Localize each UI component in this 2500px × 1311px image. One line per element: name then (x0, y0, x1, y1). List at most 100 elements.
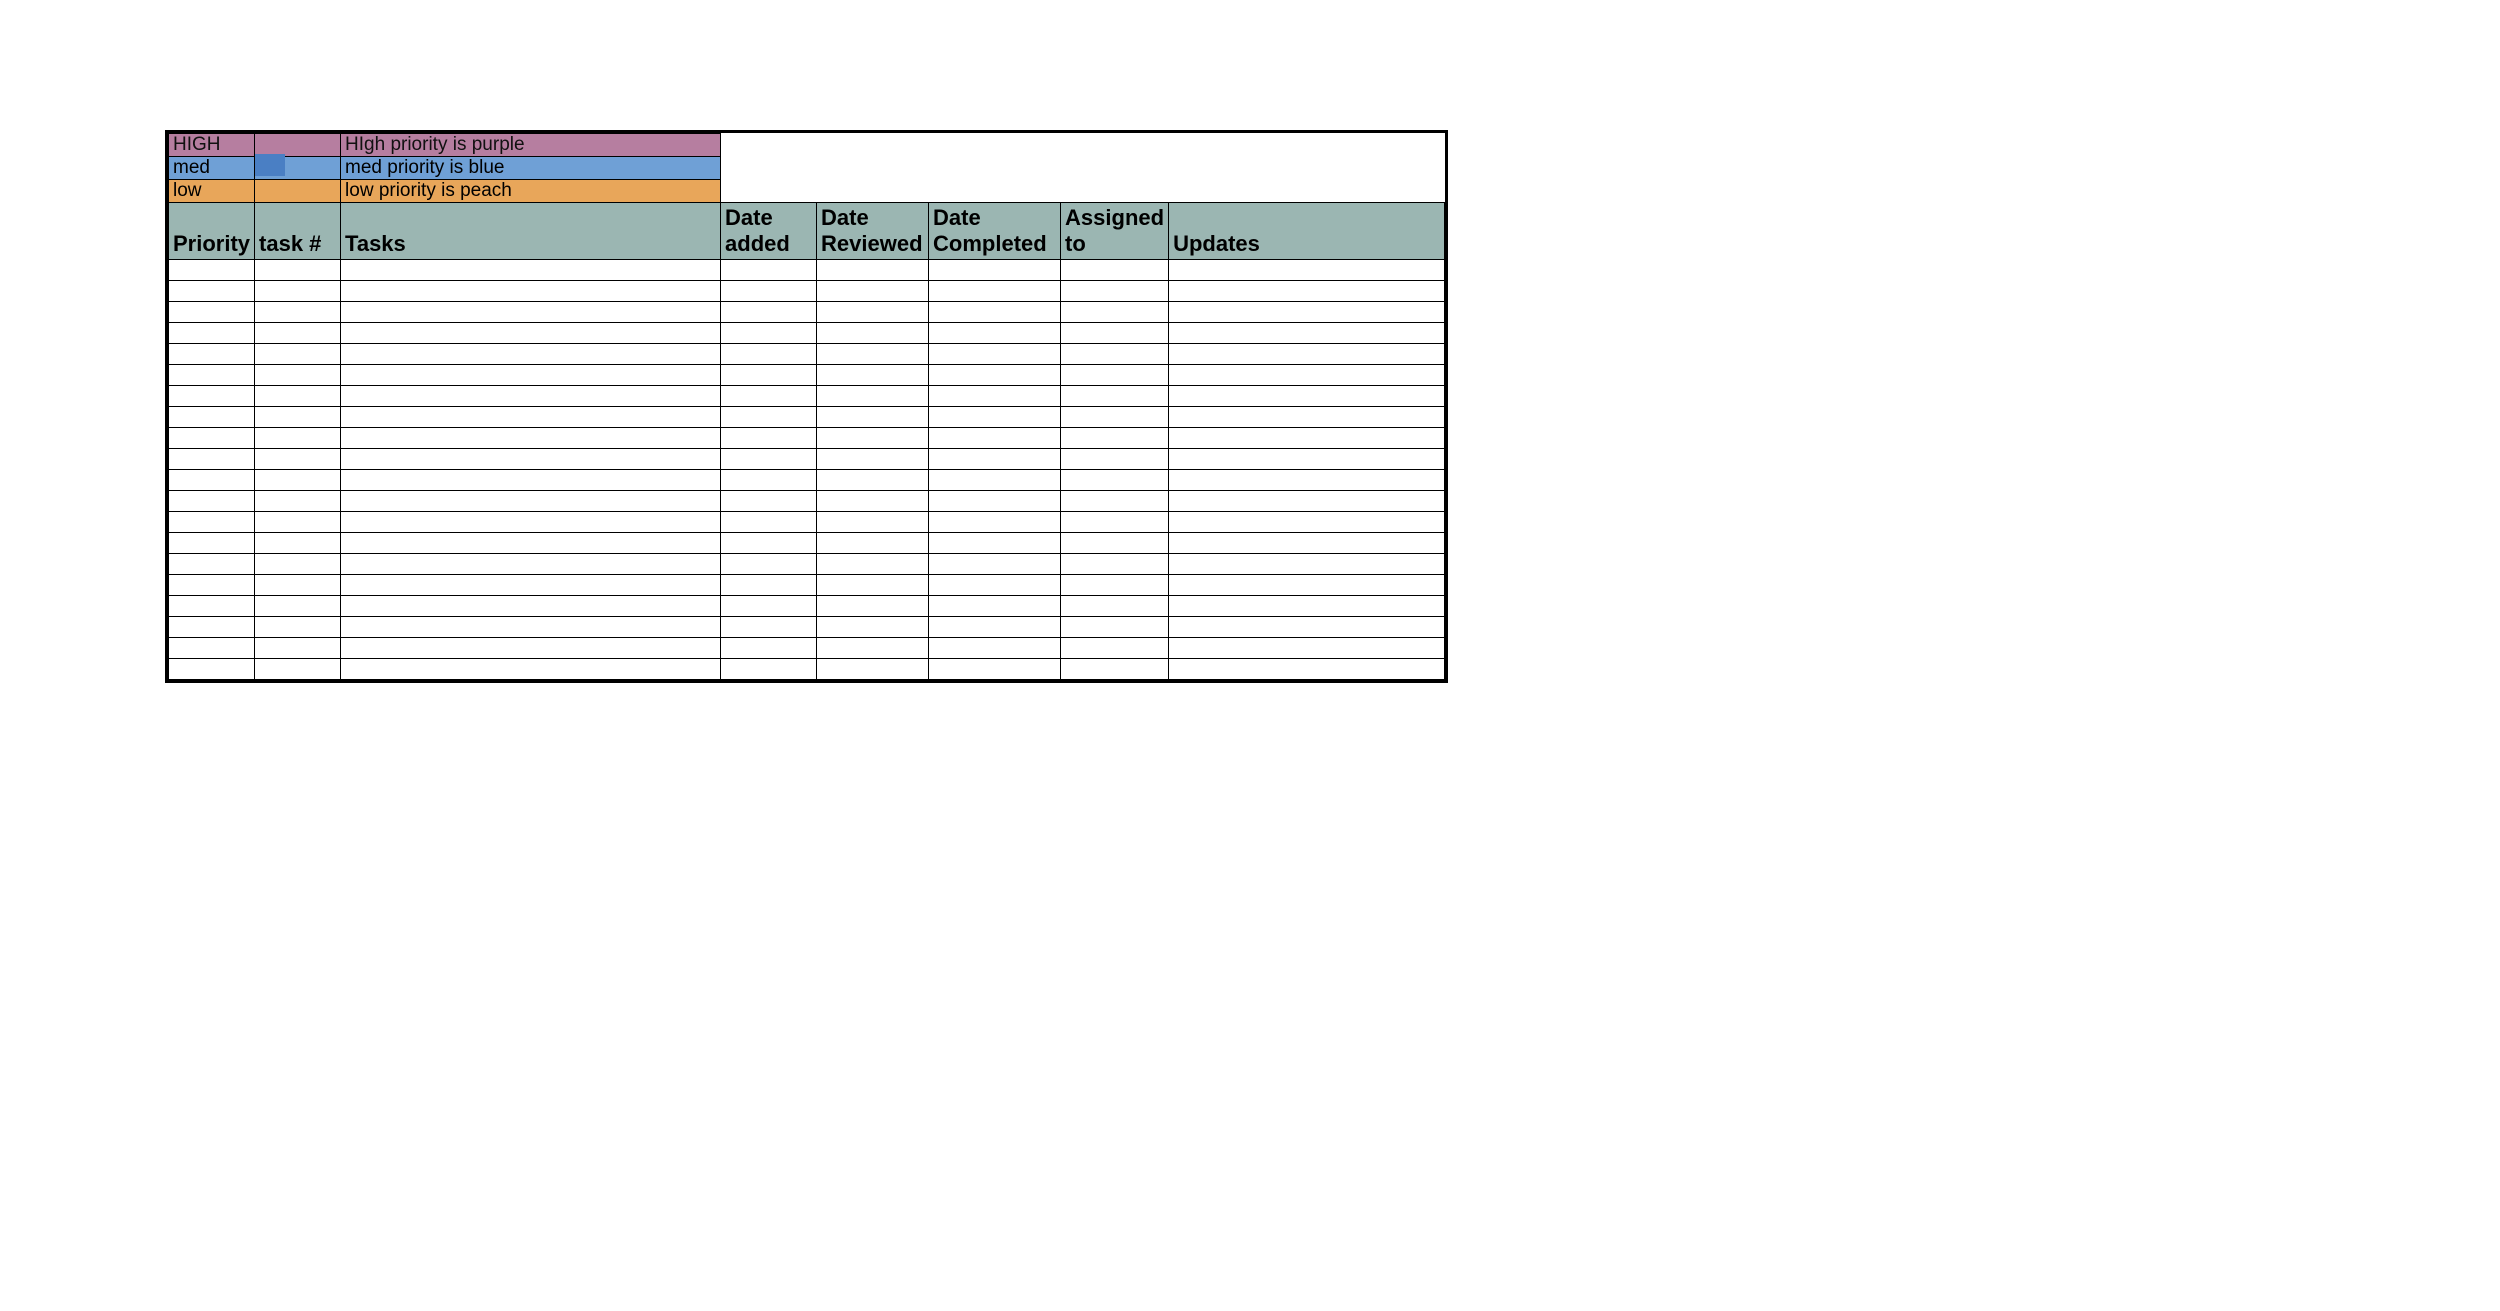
cell-date_completed[interactable] (929, 344, 1061, 365)
cell-priority[interactable] (169, 596, 255, 617)
cell-assigned_to[interactable] (1061, 491, 1169, 512)
cell-date_reviewed[interactable] (817, 617, 929, 638)
cell-priority[interactable] (169, 533, 255, 554)
cell-priority[interactable] (169, 407, 255, 428)
cell-assigned_to[interactable] (1061, 470, 1169, 491)
cell-task_num[interactable] (255, 323, 341, 344)
cell-assigned_to[interactable] (1061, 512, 1169, 533)
cell-tasks[interactable] (341, 659, 721, 680)
cell-updates[interactable] (1169, 470, 1445, 491)
cell-tasks[interactable] (341, 281, 721, 302)
cell-updates[interactable] (1169, 491, 1445, 512)
cell-task_num[interactable] (255, 428, 341, 449)
cell-assigned_to[interactable] (1061, 554, 1169, 575)
cell-date_completed[interactable] (929, 449, 1061, 470)
cell-task_num[interactable] (255, 386, 341, 407)
cell-assigned_to[interactable] (1061, 281, 1169, 302)
cell-date_added[interactable] (721, 533, 817, 554)
cell-tasks[interactable] (341, 365, 721, 386)
cell-assigned_to[interactable] (1061, 575, 1169, 596)
header-date-reviewed[interactable]: Date Reviewed (817, 203, 929, 260)
cell-date_added[interactable] (721, 281, 817, 302)
cell-date_completed[interactable] (929, 281, 1061, 302)
cell-date_added[interactable] (721, 617, 817, 638)
cell-assigned_to[interactable] (1061, 344, 1169, 365)
cell-date_reviewed[interactable] (817, 323, 929, 344)
cell-task_num[interactable] (255, 659, 341, 680)
cell-date_completed[interactable] (929, 659, 1061, 680)
header-updates[interactable]: Updates (1169, 203, 1445, 260)
cell-date_reviewed[interactable] (817, 344, 929, 365)
cell-assigned_to[interactable] (1061, 596, 1169, 617)
cell-updates[interactable] (1169, 407, 1445, 428)
cell-tasks[interactable] (341, 512, 721, 533)
cell-updates[interactable] (1169, 449, 1445, 470)
cell-date_reviewed[interactable] (817, 386, 929, 407)
cell-date_completed[interactable] (929, 533, 1061, 554)
cell-assigned_to[interactable] (1061, 617, 1169, 638)
cell-tasks[interactable] (341, 323, 721, 344)
cell-updates[interactable] (1169, 323, 1445, 344)
cell-priority[interactable] (169, 470, 255, 491)
header-tasks[interactable]: Tasks (341, 203, 721, 260)
cell-task_num[interactable] (255, 554, 341, 575)
cell-task_num[interactable] (255, 365, 341, 386)
cell-updates[interactable] (1169, 638, 1445, 659)
cell-date_added[interactable] (721, 365, 817, 386)
cell-assigned_to[interactable] (1061, 407, 1169, 428)
cell-updates[interactable] (1169, 386, 1445, 407)
cell-date_reviewed[interactable] (817, 533, 929, 554)
cell-date_reviewed[interactable] (817, 260, 929, 281)
cell-date_completed[interactable] (929, 365, 1061, 386)
cell-task_num[interactable] (255, 575, 341, 596)
cell-assigned_to[interactable] (1061, 386, 1169, 407)
cell-updates[interactable] (1169, 659, 1445, 680)
cell-priority[interactable] (169, 449, 255, 470)
cell-date_completed[interactable] (929, 512, 1061, 533)
cell-tasks[interactable] (341, 491, 721, 512)
cell-assigned_to[interactable] (1061, 428, 1169, 449)
cell-date_completed[interactable] (929, 386, 1061, 407)
cell-task_num[interactable] (255, 260, 341, 281)
cell-priority[interactable] (169, 281, 255, 302)
cell-assigned_to[interactable] (1061, 659, 1169, 680)
header-task-num[interactable]: task # (255, 203, 341, 260)
cell-date_completed[interactable] (929, 638, 1061, 659)
cell-date_reviewed[interactable] (817, 365, 929, 386)
cell-assigned_to[interactable] (1061, 533, 1169, 554)
header-assigned-to[interactable]: Assigned to (1061, 203, 1169, 260)
cell-tasks[interactable] (341, 428, 721, 449)
cell-date_added[interactable] (721, 659, 817, 680)
cell-tasks[interactable] (341, 386, 721, 407)
cell-assigned_to[interactable] (1061, 365, 1169, 386)
cell-tasks[interactable] (341, 407, 721, 428)
cell-task_num[interactable] (255, 617, 341, 638)
cell-task_num[interactable] (255, 512, 341, 533)
cell-date_reviewed[interactable] (817, 449, 929, 470)
cell-assigned_to[interactable] (1061, 638, 1169, 659)
cell-date_added[interactable] (721, 386, 817, 407)
cell-tasks[interactable] (341, 575, 721, 596)
cell-date_added[interactable] (721, 575, 817, 596)
cell-date_reviewed[interactable] (817, 554, 929, 575)
cell-task_num[interactable] (255, 407, 341, 428)
cell-date_completed[interactable] (929, 260, 1061, 281)
cell-date_reviewed[interactable] (817, 302, 929, 323)
cell-date_added[interactable] (721, 428, 817, 449)
cell-date_added[interactable] (721, 407, 817, 428)
cell-updates[interactable] (1169, 428, 1445, 449)
cell-tasks[interactable] (341, 638, 721, 659)
cell-updates[interactable] (1169, 281, 1445, 302)
cell-priority[interactable] (169, 365, 255, 386)
cell-priority[interactable] (169, 260, 255, 281)
cell-updates[interactable] (1169, 260, 1445, 281)
cell-assigned_to[interactable] (1061, 260, 1169, 281)
cell-priority[interactable] (169, 617, 255, 638)
cell-updates[interactable] (1169, 365, 1445, 386)
cell-date_completed[interactable] (929, 617, 1061, 638)
cell-assigned_to[interactable] (1061, 302, 1169, 323)
cell-priority[interactable] (169, 554, 255, 575)
cell-priority[interactable] (169, 575, 255, 596)
cell-date_completed[interactable] (929, 470, 1061, 491)
header-date-completed[interactable]: Date Completed (929, 203, 1061, 260)
